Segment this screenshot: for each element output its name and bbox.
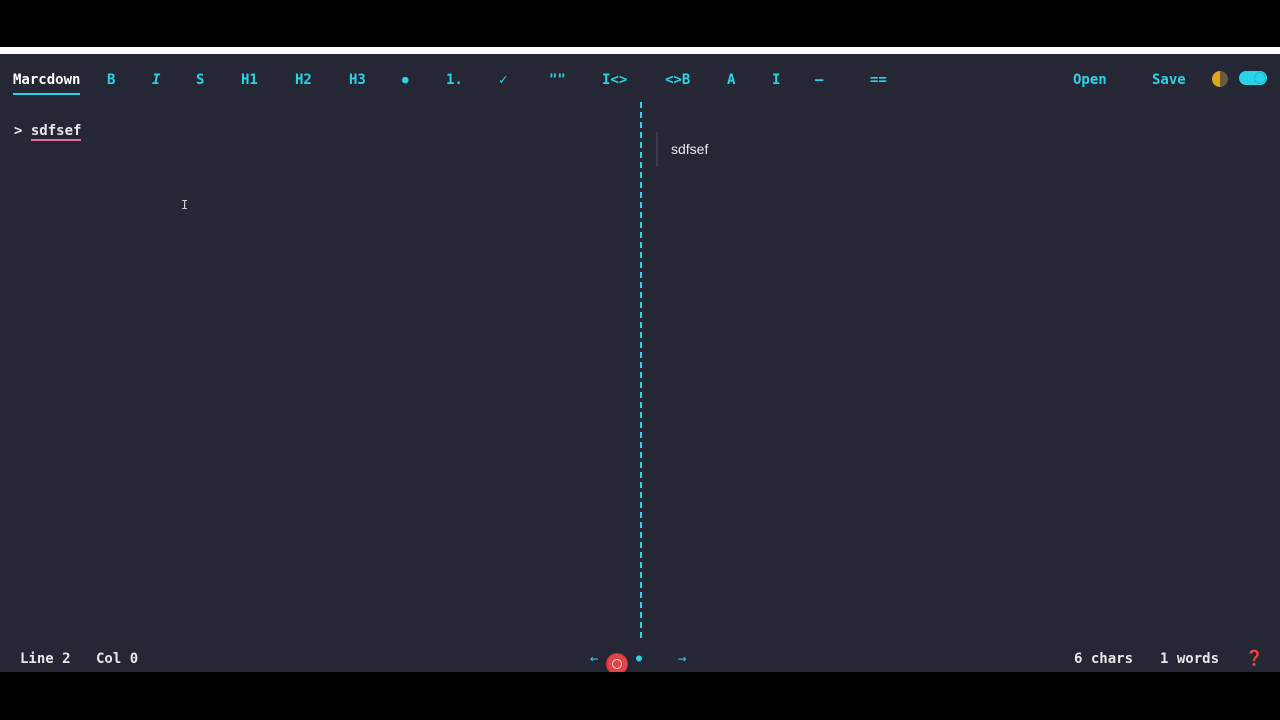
help-icon[interactable]: ❓ (1245, 649, 1264, 667)
col-indicator: Col 0 (96, 651, 139, 667)
preview-toggle[interactable] (1239, 71, 1267, 85)
char-count: 6 chars (1074, 651, 1134, 667)
preview-blockquote: sdfsef (656, 132, 708, 166)
heading1-button[interactable]: H1 (241, 70, 258, 90)
bullet-list-button[interactable]: ● (402, 70, 409, 90)
center-dot-icon[interactable]: ● (636, 650, 642, 668)
toggle-knob (1254, 72, 1266, 84)
horizontal-rule-button[interactable]: — (815, 70, 823, 90)
bold-button[interactable]: B (107, 70, 115, 90)
numbered-list-button[interactable]: 1. (446, 70, 463, 90)
line-indicator: Line 2 (20, 651, 71, 667)
image-button[interactable]: I (772, 70, 780, 90)
text-cursor-icon: I (181, 198, 189, 212)
app-window: Marcdown B I S H1 H2 H3 ● 1. ✓ "" I<> <>… (0, 54, 1280, 674)
quote-button[interactable]: "" (549, 70, 566, 90)
task-list-button[interactable]: ✓ (499, 70, 507, 90)
open-button[interactable]: Open (1073, 70, 1107, 90)
prev-arrow-icon[interactable]: ← (590, 650, 598, 668)
word-count: 1 words (1160, 651, 1220, 667)
markdown-editor[interactable]: > sdfsef I (0, 102, 640, 674)
link-button[interactable]: A (727, 70, 735, 90)
status-bar: Line 2 Col 0 ← ● → 6 chars 1 words ❓ (0, 644, 1280, 672)
strikethrough-button[interactable]: S (196, 70, 204, 90)
preview-pane: sdfsef (642, 102, 1280, 638)
heading3-button[interactable]: H3 (349, 70, 366, 90)
heading2-button[interactable]: H2 (295, 70, 312, 90)
brand-logo: Marcdown (13, 70, 81, 95)
italic-button[interactable]: I (152, 70, 160, 90)
code-block-button[interactable]: <>B (665, 70, 690, 90)
quote-prefix: > (14, 123, 31, 139)
editor-text: sdfsef (30, 123, 82, 141)
inline-code-button[interactable]: I<> (602, 70, 627, 90)
top-strip (0, 47, 1280, 54)
next-arrow-icon[interactable]: → (678, 650, 686, 668)
theme-half-moon-icon[interactable] (1212, 71, 1228, 87)
bottom-letterbox (0, 672, 1280, 720)
editor-line: > sdfsef (14, 123, 82, 141)
toolbar: Marcdown B I S H1 H2 H3 ● 1. ✓ "" I<> <>… (0, 54, 1280, 102)
save-button[interactable]: Save (1152, 70, 1186, 90)
table-button[interactable]: == (870, 70, 887, 90)
